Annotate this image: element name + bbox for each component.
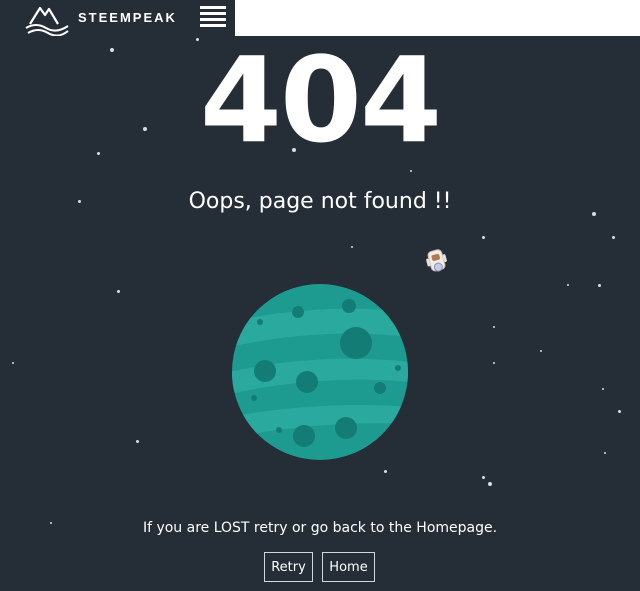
brand-name: STEEMPEAK [78, 10, 177, 25]
astronaut-icon [426, 249, 447, 272]
planet-illustration [232, 284, 408, 460]
star [598, 284, 601, 287]
star [351, 246, 353, 248]
star [410, 170, 412, 172]
star [493, 326, 495, 328]
star [117, 290, 120, 293]
star [12, 362, 14, 364]
home-button[interactable]: Home [322, 552, 375, 582]
error-code: 404 [199, 31, 442, 169]
star [136, 440, 139, 443]
lost-message: If you are LOST retry or go back to the … [142, 520, 498, 536]
star [540, 350, 542, 352]
star [567, 284, 569, 286]
error-headline: Oops, page not found !! [188, 189, 452, 214]
star [384, 470, 387, 473]
star [493, 362, 495, 364]
star [604, 452, 606, 454]
star [602, 388, 604, 390]
star [612, 236, 615, 239]
hamburger-menu-icon[interactable] [200, 6, 226, 30]
star [618, 410, 621, 413]
star [482, 476, 485, 479]
steempeak-logo-icon [25, 6, 69, 36]
star [488, 482, 492, 486]
star [482, 236, 485, 239]
retry-button[interactable]: Retry [264, 552, 313, 582]
